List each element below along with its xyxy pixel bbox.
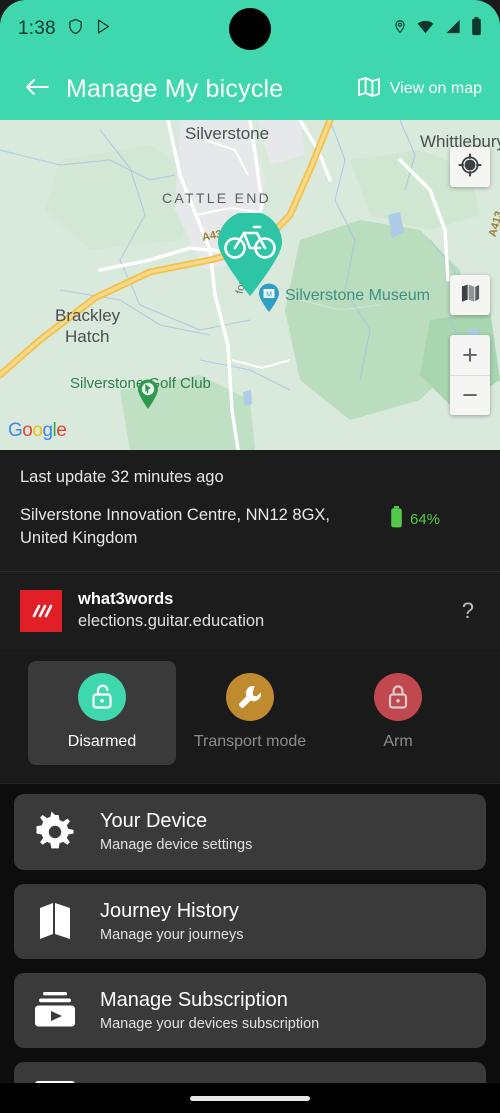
back-button[interactable] xyxy=(16,68,58,110)
google-attribution: Google xyxy=(8,420,67,441)
play-store-icon xyxy=(95,17,112,41)
address-row: Silverstone Innovation Centre, NN12 8GX,… xyxy=(20,504,480,551)
unlocked-padlock-icon xyxy=(78,672,126,721)
what3words-logo-icon xyxy=(20,589,62,632)
mode-transport-button[interactable]: Transport mode xyxy=(176,661,324,765)
zoom-in-label: + xyxy=(462,339,478,370)
menu-item-manage-subscription[interactable]: Manage Subscription Manage your devices … xyxy=(14,972,486,1048)
what3words-row[interactable]: what3words elections.guitar.education ? xyxy=(0,571,500,651)
locked-padlock-icon xyxy=(374,672,422,721)
map-zoom-controls: + − xyxy=(450,335,490,415)
view-on-map-label: View on map xyxy=(389,80,482,97)
menu-item-text: Journey History Manage your journeys xyxy=(100,900,243,943)
settings-menu-list: Your Device Manage device settings Journ… xyxy=(0,783,500,1113)
subscription-play-icon xyxy=(32,989,78,1031)
gear-icon xyxy=(32,810,78,854)
wifi-icon xyxy=(416,19,435,39)
map-layers-icon xyxy=(460,283,481,308)
camera-punch-hole xyxy=(229,8,271,50)
what3words-title: what3words xyxy=(78,590,174,609)
device-info-block: Last update 32 minutes ago Silverstone I… xyxy=(0,450,500,572)
museum-marker-icon: M xyxy=(259,283,279,312)
what3words-slashes-icon xyxy=(32,604,53,618)
back-arrow-icon xyxy=(24,76,50,103)
security-mode-row: Disarmed Transport mode Arm xyxy=(0,650,500,784)
gesture-navigation-bar xyxy=(0,1083,500,1113)
my-location-icon xyxy=(458,152,482,182)
wrench-icon xyxy=(226,672,274,721)
gesture-pill[interactable] xyxy=(190,1095,310,1101)
map-view[interactable]: Silverstone Whittlebury CATTLE END Brack… xyxy=(0,120,500,450)
menu-item-text: Your Device Manage device settings xyxy=(100,810,252,853)
zoom-out-button[interactable]: − xyxy=(450,375,490,415)
zoom-out-label: − xyxy=(462,380,478,410)
menu-item-subtitle: Manage your journeys xyxy=(100,926,244,943)
status-bar-clock: 1:38 xyxy=(18,18,56,39)
my-location-button[interactable] xyxy=(450,147,490,187)
golf-marker[interactable] xyxy=(136,378,160,415)
address-text: Silverstone Innovation Centre, NN12 8GX,… xyxy=(20,506,330,548)
battery-percent-label: 64% xyxy=(410,511,441,528)
folded-map-icon xyxy=(32,900,78,942)
view-on-map-button[interactable]: View on map xyxy=(357,76,484,103)
mode-arm-label: Arm xyxy=(383,732,413,750)
status-bar: 1:38 xyxy=(0,0,500,58)
map-icon xyxy=(357,76,381,103)
mode-disarmed-label: Disarmed xyxy=(67,732,137,750)
menu-item-your-device[interactable]: Your Device Manage device settings xyxy=(14,793,486,870)
golf-marker-icon xyxy=(138,379,158,409)
what3words-text: what3words elections.guitar.education xyxy=(78,590,264,631)
page-title: Manage My bicycle xyxy=(66,74,284,103)
map-layers-button[interactable] xyxy=(450,275,490,315)
last-update-text: Last update 32 minutes ago xyxy=(20,468,224,486)
battery-level-icon xyxy=(390,506,403,533)
battery-status: 64% xyxy=(390,504,440,533)
status-bar-right xyxy=(393,17,482,41)
svg-text:M: M xyxy=(266,291,272,298)
location-pin-icon xyxy=(393,18,407,40)
status-bar-left: 1:38 xyxy=(18,17,112,41)
menu-item-subtitle: Manage device settings xyxy=(100,837,253,854)
cellular-signal-icon xyxy=(444,19,462,39)
menu-item-text: Manage Subscription Manage your devices … xyxy=(100,989,319,1032)
menu-item-subtitle: Manage your devices subscription xyxy=(100,1015,320,1032)
menu-item-title: Your Device xyxy=(100,810,208,833)
app-bar: Manage My bicycle View on map xyxy=(0,58,500,120)
menu-item-journey-history[interactable]: Journey History Manage your journeys xyxy=(14,883,486,959)
battery-icon xyxy=(471,17,482,41)
museum-marker[interactable]: M xyxy=(258,283,280,318)
menu-item-title: Manage Subscription xyxy=(100,988,288,1011)
mode-disarmed-button[interactable]: Disarmed xyxy=(28,660,176,765)
mode-transport-label: Transport mode xyxy=(193,732,307,750)
menu-item-title: Journey History xyxy=(100,899,239,922)
shield-icon xyxy=(67,17,84,41)
zoom-in-button[interactable]: + xyxy=(450,335,490,375)
what3words-address: elections.guitar.education xyxy=(78,612,265,631)
what3words-help-button[interactable]: ? xyxy=(456,598,480,624)
phone-screen: 1:38 Manage My bicycle View on map Silve… xyxy=(0,0,500,1113)
mode-arm-button[interactable]: Arm xyxy=(324,661,472,765)
